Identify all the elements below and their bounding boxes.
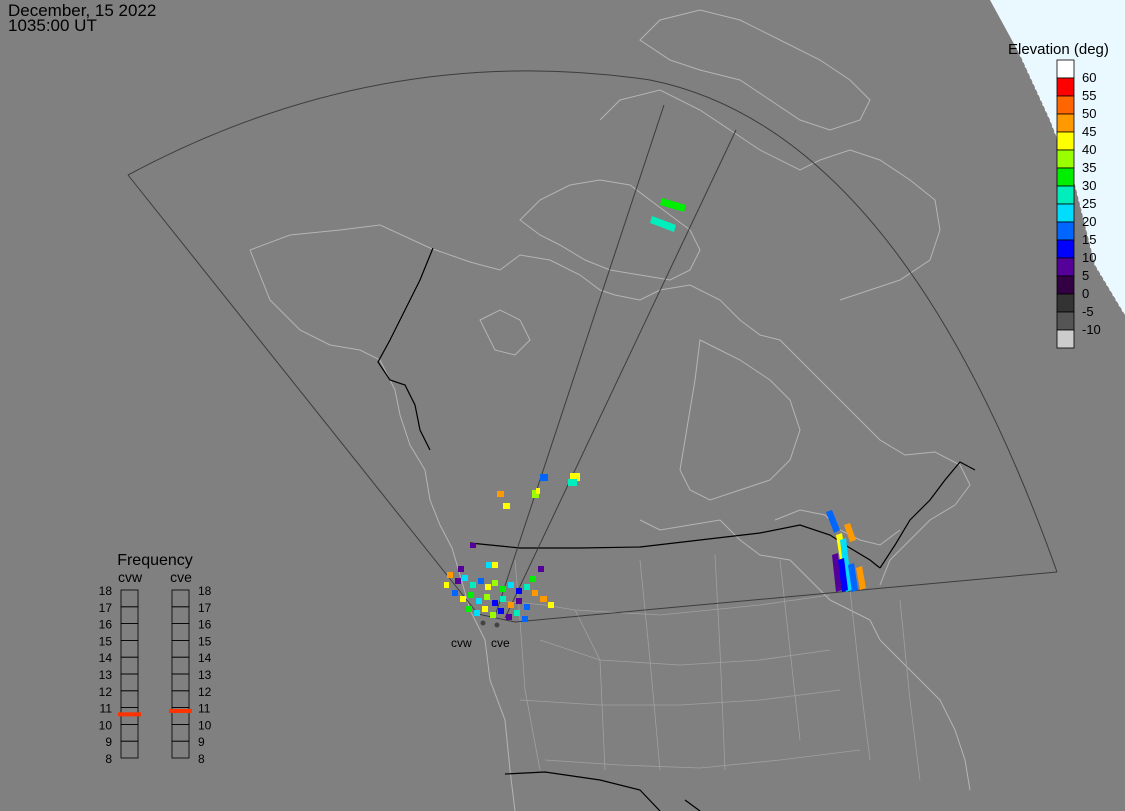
elevation-tick-label: -10 bbox=[1082, 322, 1101, 337]
frequency-cell bbox=[171, 589, 190, 608]
elevation-legend-title: Elevation (deg) bbox=[1008, 41, 1109, 58]
elevation-swatch bbox=[1056, 257, 1075, 277]
frequency-scale-label: 8 bbox=[105, 752, 112, 766]
frequency-scale-label: 16 bbox=[99, 618, 113, 632]
frequency-cell bbox=[171, 640, 190, 658]
elevation-tick-label: 30 bbox=[1082, 178, 1096, 193]
frequency-cell bbox=[120, 724, 139, 742]
elevation-tick-label: 35 bbox=[1082, 160, 1096, 175]
fov-outline bbox=[127, 70, 1058, 623]
elevation-tick-label: 15 bbox=[1082, 232, 1096, 247]
radar-site-cve bbox=[494, 622, 500, 628]
frequency-scale-label: 9 bbox=[198, 735, 205, 749]
frequency-cell bbox=[171, 690, 190, 708]
frequency-cell bbox=[120, 640, 139, 658]
frequency-scale-label: 18 bbox=[99, 584, 113, 598]
frequency-scale-label: 11 bbox=[198, 702, 211, 716]
frequency-scale-label: 13 bbox=[198, 668, 212, 682]
frequency-scale-label: 15 bbox=[198, 634, 212, 648]
elevation-swatch bbox=[1056, 293, 1075, 313]
elevation-swatch bbox=[1056, 329, 1075, 349]
frequency-scale-label: 11 bbox=[100, 702, 113, 716]
frequency-scale-label: 14 bbox=[99, 651, 113, 665]
frequency-cell bbox=[120, 589, 139, 608]
frequency-cell bbox=[171, 656, 190, 675]
time-label: 1035:00 UT bbox=[8, 16, 97, 35]
frequency-cell bbox=[120, 673, 139, 692]
elevation-swatch bbox=[1056, 239, 1075, 259]
frequency-panel: Frequency cvw cve 18 17 16 15 14 13 12 11 10 9 8 18… bbox=[99, 552, 212, 766]
frequency-cell bbox=[171, 606, 190, 624]
frequency-scale-label: 9 bbox=[105, 735, 112, 749]
elevation-tick-label: 10 bbox=[1082, 250, 1096, 265]
frequency-cell bbox=[171, 673, 190, 692]
radar-site-cvw bbox=[480, 620, 486, 626]
site-label-cve: cve bbox=[491, 636, 510, 650]
site-label-cvw: cvw bbox=[451, 636, 472, 650]
map-canvas: cvw cve Frequency cvw cve 18 17 16 15 14 13 12… bbox=[99, 0, 1125, 811]
frequency-cell bbox=[171, 724, 190, 742]
frequency-scale-label: 10 bbox=[99, 718, 113, 732]
frequency-marker bbox=[169, 708, 192, 713]
frequency-title: Frequency bbox=[117, 552, 193, 569]
frequency-radar-cve: cve bbox=[170, 569, 192, 585]
elevation-swatch bbox=[1056, 167, 1075, 187]
superdarn-map-view: cvw cve Frequency cvw cve 18 17 16 15 14 13 12… bbox=[0, 0, 1125, 811]
elevation-swatch bbox=[1056, 185, 1075, 205]
elevation-swatch bbox=[1056, 149, 1075, 169]
elevation-tick-label: 45 bbox=[1082, 124, 1096, 139]
frequency-marker bbox=[118, 712, 141, 717]
elevation-swatch bbox=[1056, 311, 1075, 331]
frequency-cell bbox=[120, 623, 139, 641]
frequency-scale-label: 12 bbox=[99, 685, 113, 699]
elevation-tick-label: 20 bbox=[1082, 214, 1096, 229]
elevation-tick-label: -5 bbox=[1082, 304, 1094, 319]
elevation-swatch bbox=[1056, 77, 1075, 97]
elevation-tick-label: 60 bbox=[1082, 70, 1096, 85]
frequency-cell bbox=[171, 623, 190, 641]
elevation-swatch bbox=[1056, 59, 1075, 79]
frequency-cell bbox=[171, 740, 190, 759]
elevation-swatch bbox=[1056, 131, 1075, 151]
elevation-tick-label: 55 bbox=[1082, 88, 1096, 103]
frequency-cell bbox=[120, 656, 139, 675]
elevation-tick-label: 50 bbox=[1082, 106, 1096, 121]
borders bbox=[377, 247, 976, 811]
elevation-tick-label: 40 bbox=[1082, 142, 1096, 157]
elevation-tick-label: 5 bbox=[1082, 268, 1089, 283]
frequency-scale-label: 12 bbox=[198, 685, 212, 699]
frequency-cell bbox=[120, 690, 139, 708]
frequency-cell bbox=[120, 606, 139, 624]
frequency-scale-label: 10 bbox=[198, 718, 212, 732]
frequency-scale-label: 17 bbox=[99, 601, 113, 615]
frequency-scale-label: 16 bbox=[198, 618, 212, 632]
frequency-scale-label: 17 bbox=[198, 601, 212, 615]
elevation-swatch bbox=[1056, 203, 1075, 223]
frequency-cell bbox=[120, 740, 139, 759]
frequency-scale-label: 14 bbox=[198, 651, 212, 665]
radar-echoes bbox=[444, 198, 866, 622]
frequency-scale-label: 15 bbox=[99, 634, 113, 648]
elevation-swatch bbox=[1056, 113, 1075, 133]
coastlines bbox=[249, 9, 971, 811]
elevation-tick-label: 25 bbox=[1082, 196, 1096, 211]
frequency-scale-label: 8 bbox=[198, 752, 205, 766]
frequency-radar-cvw: cvw bbox=[118, 569, 143, 585]
elevation-swatch bbox=[1056, 275, 1075, 295]
elevation-swatch bbox=[1056, 95, 1075, 115]
frequency-scale-label: 13 bbox=[99, 668, 113, 682]
frequency-scale-label: 18 bbox=[198, 584, 212, 598]
elevation-tick-label: 0 bbox=[1082, 286, 1089, 301]
elevation-swatch bbox=[1056, 221, 1075, 241]
